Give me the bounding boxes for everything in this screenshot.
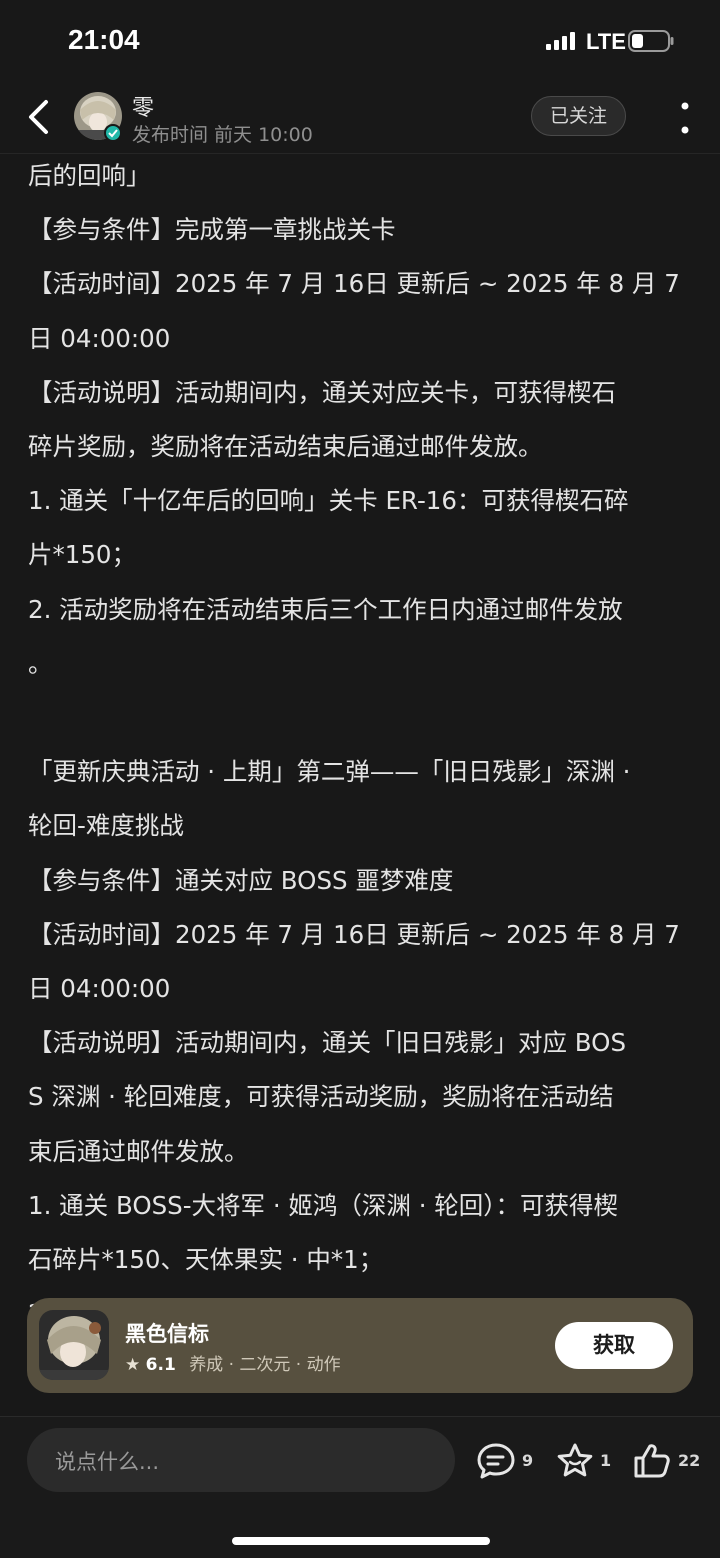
author-name[interactable]: 零 [132, 90, 154, 122]
game-icon [39, 1310, 109, 1380]
article-line: 日 04:00:00 [28, 974, 171, 1003]
game-meta: ★ 6.1 养成 · 二次元 · 动作 [125, 1350, 341, 1375]
article-line: 后的回响」 [28, 161, 151, 190]
game-tags: 养成 · 二次元 · 动作 [189, 1355, 341, 1375]
article-line: S 深渊 · 轮回难度，可获得活动奖励，奖励将在活动结 [28, 1082, 614, 1112]
network-label: LTE [586, 29, 626, 54]
article-line: 。 [28, 648, 53, 678]
article-line: 束后通过邮件发放。 [28, 1136, 249, 1166]
favorite-star-icon [557, 1443, 593, 1477]
comment-placeholder: 说点什么... [55, 1450, 160, 1474]
post-time: 发布时间 前天 10:00 [132, 124, 313, 146]
game-rating: 6.1 [145, 1355, 176, 1375]
back-arrow-icon[interactable] [20, 94, 60, 140]
like-count: 22 [678, 1451, 701, 1470]
article-line: 【活动说明】活动期间内，通关「旧日残影」对应 BOS [28, 1028, 626, 1058]
thumbs-up-icon [634, 1444, 670, 1478]
article-line: 2. 活动奖励将在活动结束后三个工作日内通过邮件发放 [28, 594, 623, 624]
game-name: 黑色信标 [125, 1322, 209, 1346]
article-line: 日 04:00:00 [28, 323, 171, 353]
home-indicator[interactable] [232, 1537, 490, 1545]
article-line: 【活动说明】活动期间内，通关对应关卡，可获得楔石 [28, 377, 616, 407]
status-time: 21:04 [68, 24, 140, 55]
comment-count: 9 [522, 1451, 534, 1470]
like-button[interactable]: 22 [632, 1441, 704, 1481]
post-header: 零 发布时间 前天 10:00 已关注 [0, 84, 720, 154]
battery-icon [628, 30, 674, 52]
article-line: 【活动时间】2025 年 7 月 16日 更新后 ~ 2025 年 8 月 7 [28, 269, 680, 299]
bottom-action-bar: 说点什么... 9 1 22 [0, 1416, 720, 1558]
verified-icon [104, 124, 122, 142]
more-vertical-icon[interactable] [672, 100, 698, 136]
article-line: 【参与条件】通关对应 BOSS 噩梦难度 [28, 865, 454, 895]
star-icon: ★ [125, 1355, 141, 1375]
article-line: 1. 通关 BOSS-大将军 · 姬鸿（深渊 · 轮回）：可获得楔 [28, 1190, 619, 1220]
article-line: 石碎片*150、天体果实 · 中*1； [28, 1245, 384, 1274]
article-line: 「更新庆典活动 · 上期」第二弹——「旧日残影」深渊 · [28, 757, 631, 787]
article-body: 后的回响」【参与条件】完成第一章挑战关卡【活动时间】2025 年 7 月 16日… [0, 155, 720, 1420]
game-card[interactable]: 黑色信标 ★ 6.1 养成 · 二次元 · 动作 获取 [27, 1298, 693, 1393]
article-line: 片*150； [28, 540, 137, 570]
signal-icon [546, 32, 575, 50]
article-line: 【活动时间】2025 年 7 月 16日 更新后 ~ 2025 年 8 月 7 [28, 919, 680, 949]
article-line: 碎片奖励，奖励将在活动结束后通过邮件发放。 [28, 432, 543, 461]
favorite-count: 1 [600, 1451, 612, 1470]
comment-input[interactable]: 说点什么... [27, 1428, 455, 1492]
article-line: 1. 通关「十亿年后的回响」关卡 ER-16：可获得楔石碎 [28, 486, 629, 516]
article-line: 【参与条件】完成第一章挑战关卡 [28, 215, 396, 245]
comment-icon [477, 1443, 515, 1479]
follow-button[interactable]: 已关注 [531, 96, 626, 136]
get-game-button[interactable]: 获取 [555, 1322, 673, 1369]
article-line: 轮回-难度挑战 [28, 811, 184, 841]
favorite-button[interactable]: 1 [555, 1441, 615, 1481]
comment-button[interactable]: 9 [476, 1441, 536, 1481]
status-bar: 21:04 LTE [0, 0, 720, 84]
